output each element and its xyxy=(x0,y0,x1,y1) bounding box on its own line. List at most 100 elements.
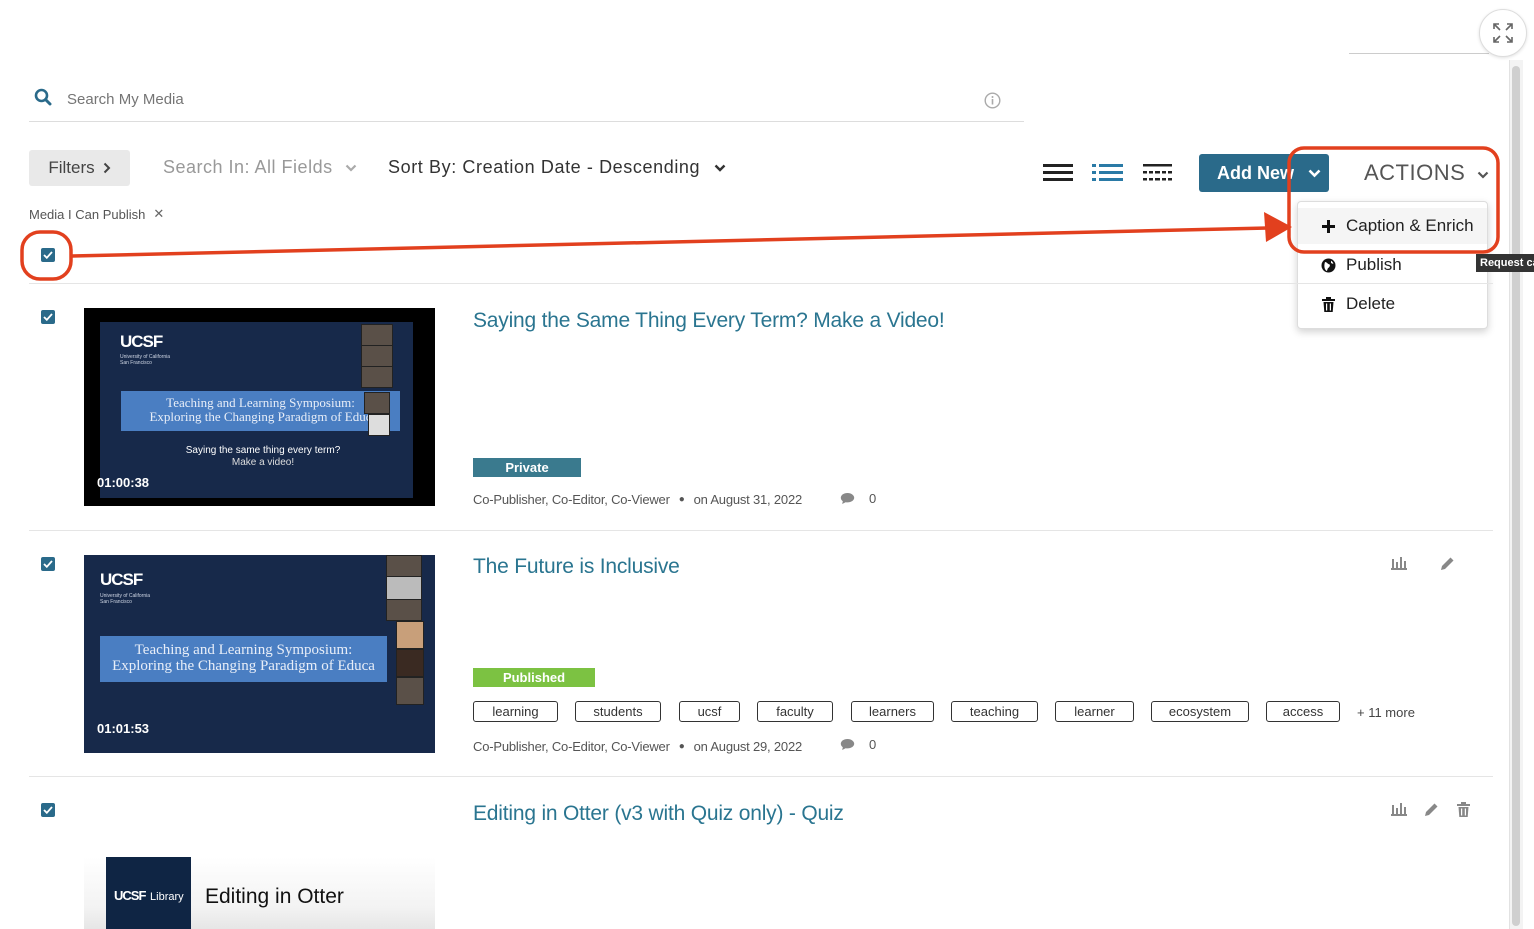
active-filter-tag: Media I Can Publish ✕ xyxy=(29,206,164,222)
row-checkbox[interactable] xyxy=(41,803,55,817)
search-in-label: Search In: All Fields xyxy=(163,157,333,177)
slide-heading-line: Exploring the Changing Paradigm of Educa xyxy=(112,657,375,674)
edit-icon[interactable] xyxy=(1424,802,1439,817)
comments-count: 0 xyxy=(840,737,876,752)
tag[interactable]: students xyxy=(575,701,661,722)
tag[interactable]: learner xyxy=(1055,701,1134,722)
media-title[interactable]: Editing in Otter (v3 with Quiz only) - Q… xyxy=(473,802,844,826)
fullscreen-button[interactable] xyxy=(1479,9,1527,57)
tag[interactable]: access xyxy=(1266,701,1340,722)
trash-icon xyxy=(1312,296,1344,312)
media-thumbnail[interactable]: UCSF Library Editing in Otter xyxy=(84,857,435,929)
chevron-down-icon xyxy=(714,164,726,172)
menu-item-delete[interactable]: Delete xyxy=(1298,286,1487,322)
tooltip: Request ca xyxy=(1476,254,1534,272)
view-grid-icon[interactable] xyxy=(1143,160,1172,184)
participant-video xyxy=(361,324,393,346)
analytics-icon[interactable] xyxy=(1391,557,1407,570)
slide-caption-line: Make a video! xyxy=(231,457,295,468)
ucsf-logo: UCSF xyxy=(120,332,163,351)
comments-value: 0 xyxy=(869,491,877,506)
scrollbar-thumb[interactable] xyxy=(1512,66,1520,926)
chevron-down-icon xyxy=(345,164,356,172)
media-thumbnail[interactable]: UCSF University of California San Franci… xyxy=(84,555,435,753)
search-in-dropdown[interactable]: Search In: All Fields xyxy=(163,157,357,178)
edit-icon[interactable] xyxy=(1440,556,1455,571)
slide-heading-line: Teaching and Learning Symposium: xyxy=(166,395,355,410)
filters-label: Filters xyxy=(48,158,95,177)
top-divider xyxy=(1349,53,1489,54)
search-underline xyxy=(29,121,1024,122)
slide-heading: Teaching and Learning Symposium: Explori… xyxy=(100,636,387,682)
view-detailed-icon[interactable] xyxy=(1092,160,1123,184)
participant-video xyxy=(396,621,424,649)
comment-icon xyxy=(840,493,855,504)
participant-video xyxy=(386,555,422,577)
tag[interactable]: learners xyxy=(851,701,934,722)
row-checkbox[interactable] xyxy=(41,557,55,571)
actions-dropdown[interactable]: ACTIONS xyxy=(1364,160,1489,186)
menu-item-caption-enrich[interactable]: Caption & Enrich xyxy=(1298,208,1487,244)
remove-filter-icon[interactable]: ✕ xyxy=(153,206,164,222)
row-divider xyxy=(29,530,1493,531)
plus-icon xyxy=(1312,219,1344,233)
tag[interactable]: teaching xyxy=(951,701,1038,722)
media-title[interactable]: Saying the Same Thing Every Term? Make a… xyxy=(473,309,945,333)
trash-icon[interactable] xyxy=(1457,802,1470,817)
tag[interactable]: ecosystem xyxy=(1151,701,1249,722)
sort-by-label: Sort By: Creation Date - Descending xyxy=(388,157,701,177)
media-roles: Co-Publisher, Co-Editor, Co-Viewer xyxy=(473,492,670,507)
tag[interactable]: learning xyxy=(473,701,558,722)
tag[interactable]: ucsf xyxy=(679,701,740,722)
menu-item-label: Delete xyxy=(1346,294,1396,313)
ucsf-logo-text: UCSF xyxy=(114,888,146,903)
participant-video xyxy=(386,576,422,600)
search-icon xyxy=(34,88,52,106)
checkmark-icon xyxy=(43,560,53,568)
checkmark-icon xyxy=(43,251,53,259)
info-icon[interactable] xyxy=(984,92,1001,109)
ucsf-logo-subtext: University of California San Francisco xyxy=(120,354,171,366)
select-all-checkbox[interactable] xyxy=(41,248,55,262)
active-filter-label: Media I Can Publish xyxy=(29,206,146,222)
filters-button[interactable]: Filters xyxy=(29,150,130,186)
participant-video xyxy=(361,345,393,367)
participant-video xyxy=(396,677,424,705)
participant-video xyxy=(396,649,424,677)
slide-heading: Teaching and Learning Symposium: Explori… xyxy=(121,391,400,431)
slide-heading-line: Exploring the Changing Paradigm of Educ xyxy=(149,408,372,424)
chevron-down-icon xyxy=(1308,169,1321,177)
menu-item-label: Caption & Enrich xyxy=(1346,216,1474,235)
list-divider xyxy=(29,283,1493,284)
participant-video xyxy=(386,599,422,621)
comment-icon xyxy=(840,739,855,750)
media-thumbnail[interactable]: UCSF University of California San Franci… xyxy=(84,308,435,506)
analytics-icon[interactable] xyxy=(1391,803,1407,816)
actions-menu: Caption & Enrich Publish Delete xyxy=(1297,201,1488,329)
expand-icon xyxy=(1493,23,1513,43)
ucsf-logo: UCSF Library xyxy=(114,888,184,903)
more-tags-link[interactable]: + 11 more xyxy=(1357,705,1415,720)
menu-item-publish[interactable]: Publish xyxy=(1298,247,1487,283)
media-date: on August 29, 2022 xyxy=(693,739,803,754)
actions-label: ACTIONS xyxy=(1364,160,1466,185)
duration-label: 01:01:53 xyxy=(97,721,150,736)
globe-icon xyxy=(1312,258,1344,273)
slide-heading-line: Teaching and Learning Symposium: xyxy=(134,642,353,658)
comments-count: 0 xyxy=(840,491,876,506)
view-compact-icon[interactable] xyxy=(1043,160,1073,184)
add-new-button[interactable]: Add New xyxy=(1199,154,1329,192)
tag[interactable]: faculty xyxy=(757,701,833,722)
separator-dot: ● xyxy=(678,741,685,752)
sort-by-dropdown[interactable]: Sort By: Creation Date - Descending xyxy=(388,157,726,178)
status-badge: Published xyxy=(473,668,595,687)
slide-caption-line: Saying the same thing every term? xyxy=(185,445,341,456)
media-title[interactable]: The Future is Inclusive xyxy=(473,555,680,579)
row-divider xyxy=(29,776,1493,777)
comments-value: 0 xyxy=(869,737,877,752)
duration-label: 01:00:38 xyxy=(97,475,150,490)
media-date: on August 31, 2022 xyxy=(693,492,803,507)
media-meta: Co-Publisher, Co-Editor, Co-Viewer ● on … xyxy=(473,492,802,507)
search-input[interactable] xyxy=(67,84,967,114)
row-checkbox[interactable] xyxy=(41,310,55,324)
